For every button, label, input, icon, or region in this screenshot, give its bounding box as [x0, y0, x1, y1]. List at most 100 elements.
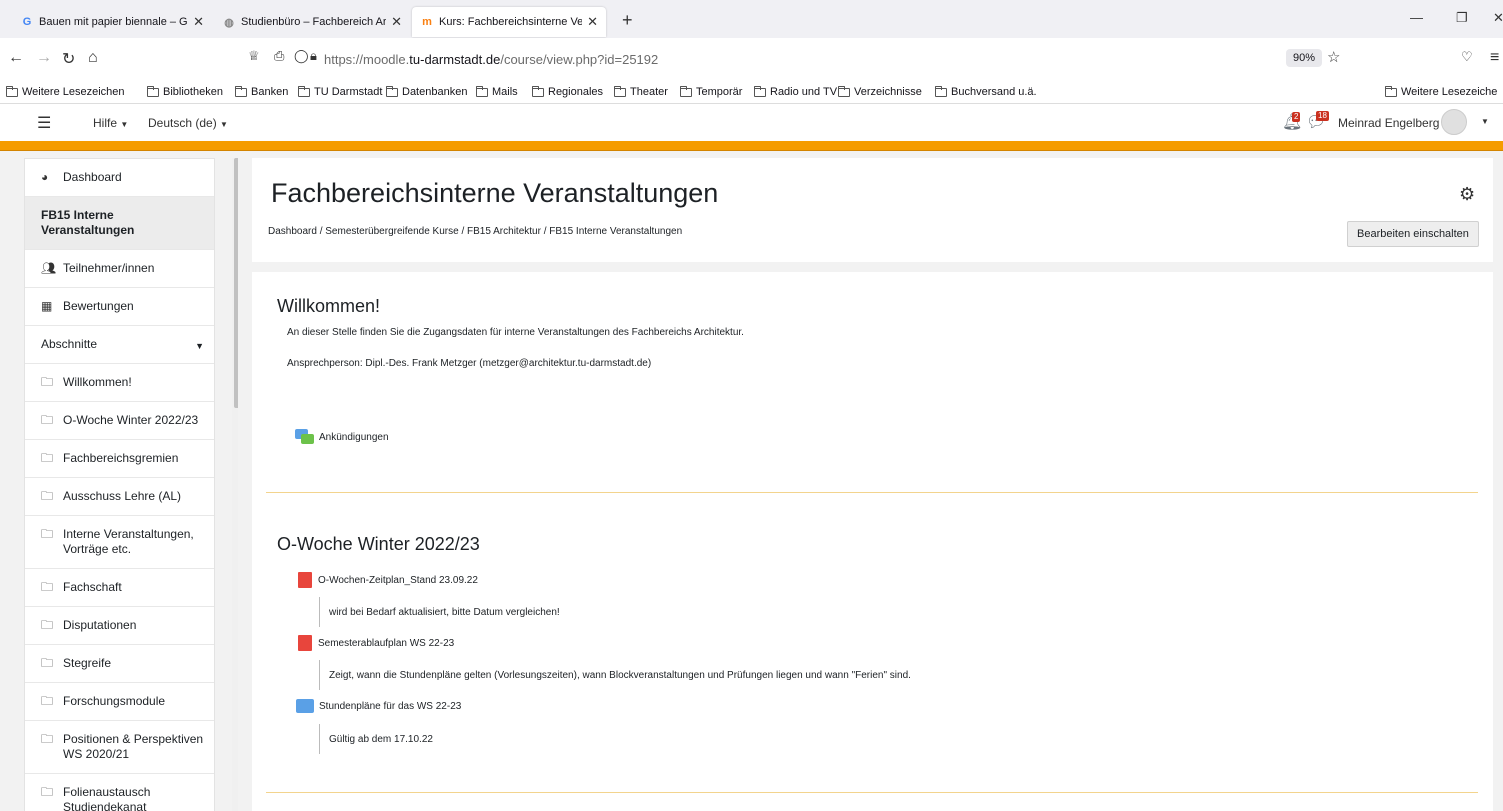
- shield-icon[interactable]: ◯: [294, 48, 309, 64]
- bookmark-tool-icon[interactable]: ♕: [248, 48, 260, 64]
- bookmark-label: TU Darmstadt: [314, 86, 383, 98]
- url-text[interactable]: https://moodle.tu-darmstadt.de/course/vi…: [324, 52, 658, 67]
- page-title: Fachbereichsinterne Veranstaltungen: [271, 178, 719, 208]
- drawer-item-section[interactable]: 🗀︎ Interne Veranstaltungen, Vorträge etc.: [25, 516, 214, 569]
- forum-activity[interactable]: Ankündigungen: [295, 429, 389, 445]
- folder-icon: 🗀︎: [41, 694, 54, 708]
- bookmark-label: Weitere Lesezeichen: [22, 86, 125, 98]
- drawer-item-section[interactable]: 🗀︎ Folienaustausch Studiendekanat: [25, 774, 214, 811]
- gear-icon[interactable]: ⚙: [1459, 184, 1475, 205]
- folder-icon: 🗀︎: [41, 489, 54, 503]
- bookmark-folder[interactable]: Buchversand u.ä.: [935, 85, 1037, 98]
- caret-down-icon[interactable]: ▼: [1481, 117, 1489, 126]
- message-badge: 18: [1316, 111, 1329, 121]
- drawer-toggle-icon[interactable]: ☰: [37, 113, 51, 133]
- moodle-header: ☰ Hilfe ▼ Deutsch (de) ▼ 🔔︎ 2 💬︎ 18 Mein…: [0, 104, 1503, 141]
- drawer-item-section[interactable]: 🗀︎ O-Woche Winter 2022/23: [25, 402, 214, 440]
- home-icon[interactable]: ⌂: [88, 49, 98, 67]
- folder-icon: 🗀︎: [41, 527, 54, 541]
- pocket-icon[interactable]: ♡: [1461, 49, 1473, 65]
- close-tab-icon[interactable]: ✕: [193, 14, 204, 30]
- help-menu[interactable]: Hilfe ▼: [93, 116, 128, 130]
- bookmark-label: Banken: [251, 86, 289, 98]
- course-content: Willkommen! An dieser Stelle finden Sie …: [252, 272, 1493, 811]
- drawer-item-label: Folienaustausch Studiendekanat: [63, 785, 151, 811]
- drawer-item-label: Disputationen: [63, 618, 137, 632]
- folder-activity[interactable]: Stundenpläne für das WS 22-23: [296, 699, 461, 713]
- star-icon[interactable]: ☆: [1327, 48, 1340, 66]
- edit-mode-button[interactable]: Bearbeiten einschalten: [1347, 221, 1479, 247]
- bookmark-folder[interactable]: Mails: [476, 85, 518, 98]
- drawer-item-grades[interactable]: ▦ Bewertungen: [25, 288, 214, 326]
- drawer-item-label: Ausschuss Lehre (AL): [63, 489, 182, 503]
- drawer-item-section[interactable]: 🗀︎ Willkommen!: [25, 364, 214, 402]
- resource-activity[interactable]: Semesterablaufplan WS 22-23: [298, 635, 454, 651]
- minimize-icon[interactable]: —: [1410, 10, 1423, 25]
- forward-icon[interactable]: →: [36, 49, 52, 67]
- menu-icon[interactable]: ≡: [1490, 49, 1499, 67]
- bookmark-folder[interactable]: Bibliotheken: [147, 85, 223, 98]
- folder-icon: [298, 85, 310, 97]
- bookmark-label: Regionales: [548, 86, 604, 98]
- drawer-item-participants[interactable]: 👥︎ Teilnehmer/innen: [25, 250, 214, 288]
- folder-icon: [1385, 85, 1397, 97]
- close-tab-icon[interactable]: ✕: [587, 14, 598, 30]
- avatar[interactable]: [1441, 109, 1467, 135]
- print-icon[interactable]: ⎙: [274, 48, 284, 64]
- bookmark-folder[interactable]: TU Darmstadt: [298, 85, 383, 98]
- browser-tab-2[interactable]: ◍ Studienbüro – Fachbereich Arch ✕: [214, 7, 410, 37]
- drawer-item-section[interactable]: 🗀︎ Fachbereichsgremien: [25, 440, 214, 478]
- bookmark-folder[interactable]: Theater: [614, 85, 668, 98]
- bookmark-folder[interactable]: Temporär: [680, 85, 742, 98]
- close-window-icon[interactable]: ✕: [1493, 10, 1503, 26]
- language-menu[interactable]: Deutsch (de) ▼: [148, 116, 228, 130]
- help-label: Hilfe: [93, 116, 118, 130]
- google-icon: G: [22, 16, 32, 28]
- drawer-item-label: Fachschaft: [63, 580, 122, 594]
- table-icon: ▦: [41, 299, 53, 313]
- drawer-item-label: Willkommen!: [63, 375, 132, 389]
- url-bar[interactable]: ♕ ⎙ ◯ 🔒︎ https://moodle.tu-darmstadt.de/…: [238, 43, 1368, 75]
- browser-tab-1[interactable]: G Bauen mit papier biennale – Go ✕: [12, 7, 212, 37]
- back-icon[interactable]: ←: [8, 49, 24, 67]
- drawer-item-label: FB15 Interne Veranstaltungen: [41, 208, 135, 237]
- scrollbar-thumb[interactable]: [234, 158, 238, 408]
- drawer-item-section[interactable]: 🗀︎ Fachschaft: [25, 569, 214, 607]
- new-tab-button[interactable]: +: [622, 10, 633, 31]
- zoom-indicator[interactable]: 90%: [1286, 49, 1323, 67]
- tab-title: Studienbüro – Fachbereich Arch: [241, 16, 387, 28]
- drawer-item-section[interactable]: 🗀︎ Ausschuss Lehre (AL): [25, 478, 214, 516]
- drawer-item-section[interactable]: 🗀︎ Positionen & Perspektiven WS 2020/21: [25, 721, 214, 774]
- drawer-item-dashboard[interactable]: ◕ Dashboard: [25, 159, 214, 197]
- reload-icon[interactable]: ↻: [62, 49, 75, 69]
- resource-activity[interactable]: O-Wochen-Zeitplan_Stand 23.09.22: [298, 572, 478, 588]
- caret-down-icon: ▼: [195, 341, 204, 351]
- bookmark-folder[interactable]: Datenbanken: [386, 85, 467, 98]
- bookmark-folder[interactable]: Banken: [235, 85, 289, 98]
- folder-icon: [386, 85, 398, 97]
- drawer-item-section[interactable]: 🗀︎ Stegreife: [25, 645, 214, 683]
- activity-name: O-Wochen-Zeitplan_Stand 23.09.22: [318, 574, 478, 586]
- drawer-item-label: O-Woche Winter 2022/23: [63, 413, 199, 427]
- drawer-item-section[interactable]: 🗀︎ Forschungsmodule: [25, 683, 214, 721]
- pdf-icon: [298, 635, 312, 651]
- bookmark-folder[interactable]: Verzeichnisse: [838, 85, 922, 98]
- drawer-item-sections[interactable]: Abschnitte ▼: [25, 326, 214, 364]
- bookmark-label: Weitere Lesezeiche: [1401, 86, 1498, 98]
- folder-icon: 🗀︎: [41, 580, 54, 594]
- bookmark-folder[interactable]: Regionales: [532, 85, 604, 98]
- drawer-item-course[interactable]: FB15 Interne Veranstaltungen: [25, 197, 214, 250]
- drawer-item-section[interactable]: 🗀︎ Disputationen: [25, 607, 214, 645]
- user-name[interactable]: Meinrad Engelberg: [1338, 116, 1439, 130]
- close-tab-icon[interactable]: ✕: [391, 14, 402, 30]
- restore-icon[interactable]: ❐: [1456, 10, 1468, 26]
- folder-icon: 🗀︎: [41, 451, 54, 465]
- bookmark-folder-other[interactable]: Weitere Lesezeiche: [1385, 85, 1498, 98]
- drawer-scrollbar[interactable]: [232, 158, 238, 811]
- browser-tab-3[interactable]: m Kurs: Fachbereichsinterne Veran ✕: [412, 7, 606, 37]
- description-text: Zeigt, wann die Stundenpläne gelten (Vor…: [329, 669, 911, 681]
- breadcrumb[interactable]: Dashboard / Semesterübergreifende Kurse …: [268, 226, 682, 237]
- bookmark-folder[interactable]: Weitere Lesezeichen: [6, 85, 125, 98]
- folder-icon: [614, 85, 626, 97]
- bookmark-folder[interactable]: Radio und TV: [754, 85, 837, 98]
